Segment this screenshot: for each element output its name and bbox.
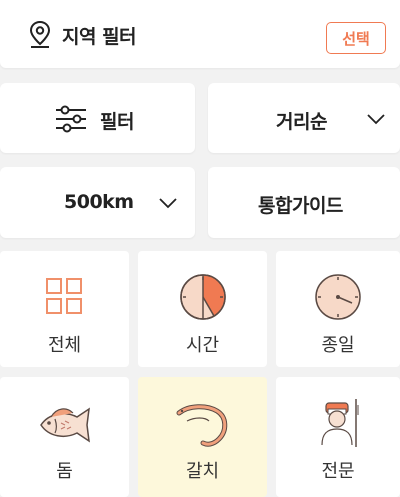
- region-filter-bar: 지역 필터 선택: [0, 0, 400, 68]
- category-tile-time[interactable]: 시간: [138, 251, 267, 367]
- distance-dropdown[interactable]: 500km: [0, 167, 195, 238]
- distance-dropdown-label: 500km: [64, 191, 134, 213]
- chevron-down-icon: [159, 198, 177, 209]
- sort-dropdown-label: 거리순: [276, 111, 327, 133]
- clock-icon: [315, 274, 361, 320]
- sort-dropdown[interactable]: 거리순: [208, 83, 400, 153]
- category-label: 종일: [321, 335, 355, 356]
- category-tile-expert[interactable]: 전문: [276, 377, 400, 497]
- integrated-guide-label: 통합가이드: [258, 195, 343, 217]
- angler-icon: [321, 399, 359, 447]
- grid-icon: [45, 278, 82, 314]
- region-filter-title: 지역 필터: [62, 26, 137, 48]
- category-label: 전문: [321, 461, 355, 482]
- category-label: 돔: [56, 461, 73, 482]
- region-select-button[interactable]: 선택: [326, 22, 386, 54]
- filter-button[interactable]: 필터: [0, 83, 195, 153]
- integrated-guide-button[interactable]: 통합가이드: [208, 167, 400, 238]
- category-tile-fullday[interactable]: 종일: [276, 251, 400, 367]
- location-pin-icon: [29, 20, 51, 48]
- eel-icon: [176, 404, 227, 447]
- sliders-icon: [56, 105, 86, 133]
- clock-pie-icon: [179, 274, 226, 320]
- category-label: 전체: [47, 335, 82, 356]
- category-tile-hairtail[interactable]: 갈치: [138, 377, 267, 497]
- chevron-down-icon: [367, 114, 385, 125]
- category-tile-all[interactable]: 전체: [0, 251, 129, 367]
- category-label: 갈치: [185, 461, 220, 482]
- fish-icon: [39, 407, 90, 443]
- filter-button-label: 필터: [100, 111, 134, 133]
- category-label: 시간: [185, 335, 220, 356]
- category-tile-bream[interactable]: 돔: [0, 377, 129, 497]
